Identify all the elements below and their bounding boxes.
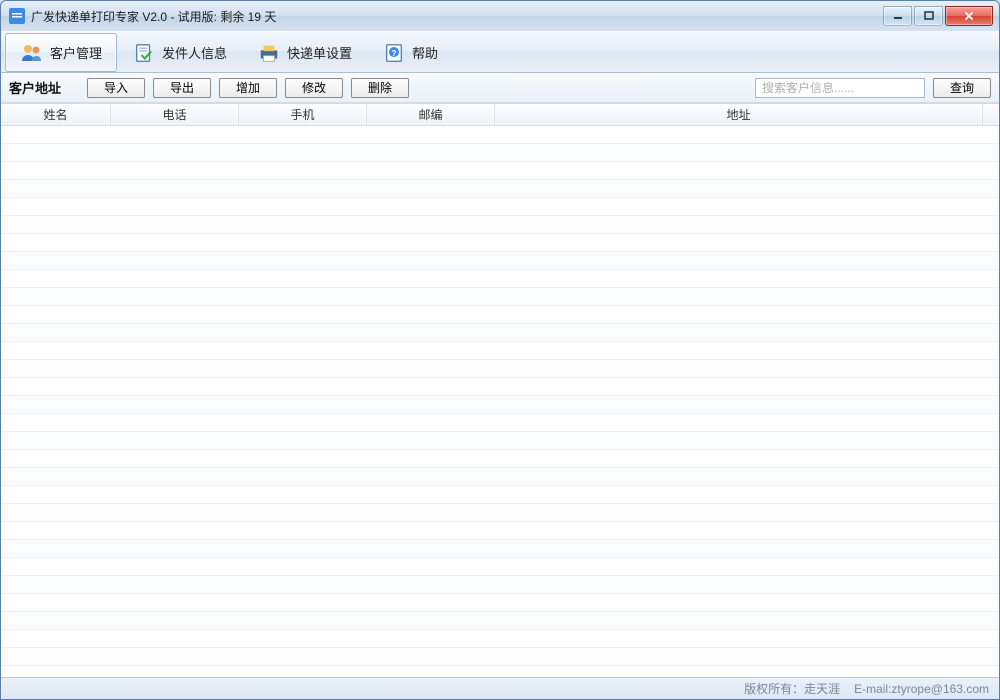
table-row — [1, 558, 999, 576]
maximize-button[interactable] — [914, 6, 943, 26]
tab-label: 客户管理 — [50, 43, 102, 62]
col-tel[interactable]: 电话 — [111, 104, 239, 125]
table-row — [1, 414, 999, 432]
col-name[interactable]: 姓名 — [1, 104, 111, 125]
table-row — [1, 666, 999, 677]
titlebar: 广发快递单打印专家 V2.0 - 试用版: 剩余 19 天 — [1, 1, 999, 31]
tab-help[interactable]: ? 帮助 — [367, 33, 453, 72]
table-row — [1, 486, 999, 504]
tab-label: 快递单设置 — [287, 43, 352, 62]
table-row — [1, 450, 999, 468]
copyright-text: 版权所有：走天涯 — [744, 680, 840, 697]
table-row — [1, 144, 999, 162]
table-row — [1, 468, 999, 486]
tab-waybill-settings[interactable]: 快递单设置 — [242, 33, 367, 72]
table-row — [1, 612, 999, 630]
delete-button[interactable]: 删除 — [351, 78, 409, 98]
table-body[interactable] — [1, 126, 999, 677]
col-scrollpad — [983, 104, 999, 125]
table-row — [1, 540, 999, 558]
edit-button[interactable]: 修改 — [285, 78, 343, 98]
action-bar: 客户地址 导入 导出 增加 修改 删除 查询 — [1, 73, 999, 103]
table-row — [1, 234, 999, 252]
tab-label: 发件人信息 — [162, 43, 227, 62]
table-row — [1, 216, 999, 234]
status-bar: 版权所有：走天涯 E-mail:ztyrope@163.com — [1, 677, 999, 699]
help-icon: ? — [382, 41, 406, 65]
close-button[interactable] — [945, 6, 993, 26]
tab-sender-info[interactable]: 发件人信息 — [117, 33, 242, 72]
table-row — [1, 270, 999, 288]
table-row — [1, 306, 999, 324]
table-row — [1, 126, 999, 144]
search-button[interactable]: 查询 — [933, 78, 991, 98]
table-row — [1, 360, 999, 378]
table-row — [1, 576, 999, 594]
table-row — [1, 324, 999, 342]
table-row — [1, 504, 999, 522]
main-toolbar: 客户管理 发件人信息 快递单设置 ? 帮助 — [1, 31, 999, 73]
table-row — [1, 396, 999, 414]
table-row — [1, 180, 999, 198]
app-window: 广发快递单打印专家 V2.0 - 试用版: 剩余 19 天 客户管理 发件人 — [0, 0, 1000, 700]
app-icon — [9, 8, 25, 24]
table-row — [1, 594, 999, 612]
tab-label: 帮助 — [412, 43, 438, 62]
table-row — [1, 198, 999, 216]
table-row — [1, 162, 999, 180]
col-addr[interactable]: 地址 — [495, 104, 983, 125]
tab-customer-management[interactable]: 客户管理 — [5, 33, 117, 72]
import-button[interactable]: 导入 — [87, 78, 145, 98]
minimize-button[interactable] — [883, 6, 912, 26]
table-row — [1, 432, 999, 450]
col-zip[interactable]: 邮编 — [367, 104, 495, 125]
export-button[interactable]: 导出 — [153, 78, 211, 98]
table-row — [1, 522, 999, 540]
printer-icon — [257, 41, 281, 65]
email-text: E-mail:ztyrope@163.com — [854, 682, 989, 696]
add-button[interactable]: 增加 — [219, 78, 277, 98]
table-row — [1, 378, 999, 396]
window-title: 广发快递单打印专家 V2.0 - 试用版: 剩余 19 天 — [31, 8, 883, 25]
customer-table: 姓名 电话 手机 邮编 地址 — [1, 103, 999, 677]
svg-text:?: ? — [392, 48, 397, 57]
people-icon — [20, 41, 44, 65]
window-controls — [883, 6, 993, 26]
table-row — [1, 630, 999, 648]
table-row — [1, 342, 999, 360]
table-row — [1, 288, 999, 306]
col-mobile[interactable]: 手机 — [239, 104, 367, 125]
table-row — [1, 252, 999, 270]
form-check-icon — [132, 41, 156, 65]
table-header: 姓名 电话 手机 邮编 地址 — [1, 104, 999, 126]
section-label: 客户地址 — [9, 78, 61, 97]
table-row — [1, 648, 999, 666]
search-input[interactable] — [755, 78, 925, 98]
